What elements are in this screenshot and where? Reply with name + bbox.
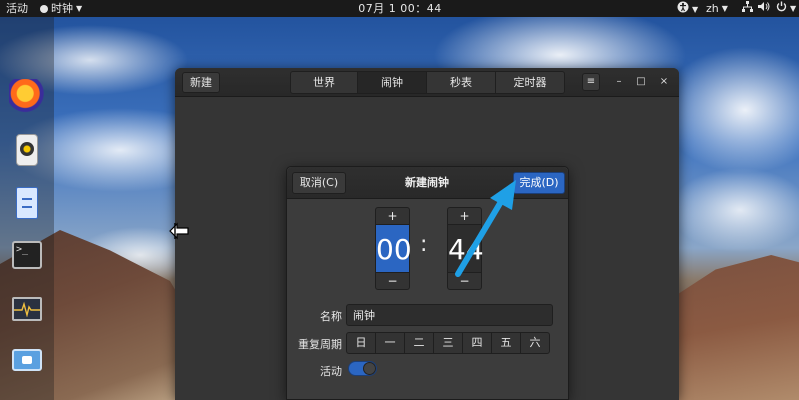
day-button-tuesday[interactable]: 二 [404, 332, 434, 354]
repeat-label: 重复周期 [298, 338, 342, 351]
volume-icon[interactable] [758, 1, 770, 16]
power-icon[interactable]: ▼ [776, 1, 796, 16]
camera-glyph [22, 356, 32, 364]
day-button-saturday[interactable]: 六 [520, 332, 550, 354]
tab-world[interactable]: 世界 [290, 71, 358, 94]
maximize-icon[interactable]: □ [633, 74, 649, 90]
rhythmbox-icon[interactable] [9, 132, 45, 168]
terminal-glyph: >_ [12, 241, 42, 269]
new-button[interactable]: 新建 [182, 72, 220, 93]
close-icon[interactable]: × [656, 74, 672, 90]
screenshot-icon[interactable] [9, 345, 45, 381]
hour-decrement-button[interactable]: − [375, 272, 410, 290]
minimize-icon[interactable]: – [611, 74, 627, 90]
app-menu-label: 时钟 [51, 2, 73, 15]
clock-app-icon [40, 5, 48, 13]
network-icon[interactable] [742, 1, 753, 16]
day-button-friday[interactable]: 五 [491, 332, 521, 354]
system-monitor-icon[interactable] [9, 293, 45, 329]
accessibility-icon[interactable]: ▼ [677, 1, 698, 17]
hour-spinner: + 00 − [375, 207, 412, 292]
day-button-thursday[interactable]: 四 [462, 332, 492, 354]
alarm-name-input[interactable] [346, 304, 553, 326]
terminal-icon[interactable]: >_ [9, 239, 45, 275]
tab-timer[interactable]: 定时器 [495, 71, 565, 94]
top-bar: 活动 时钟 ▼ 07月 1 00：44 ▼ zh ▼ ▼ [0, 0, 799, 17]
caret-down-icon: ▼ [692, 5, 699, 14]
dock: >_ [0, 17, 54, 400]
caret-down-icon: ▼ [790, 4, 797, 13]
speaker-cone [20, 142, 34, 156]
tab-alarm[interactable]: 闹钟 [357, 71, 427, 94]
app-menu-clocks[interactable]: 时钟 ▼ [40, 1, 82, 16]
files-icon[interactable] [9, 187, 45, 223]
hamburger-menu-icon[interactable]: ≡ [582, 73, 600, 91]
day-button-wednesday[interactable]: 三 [433, 332, 463, 354]
firefox-icon[interactable] [9, 79, 45, 115]
datetime-clock[interactable]: 07月 1 00：44 [350, 1, 450, 16]
cancel-button[interactable]: 取消(C) [292, 172, 346, 194]
language-label: zh [706, 2, 719, 15]
name-label: 名称 [320, 310, 342, 323]
caret-down-icon: ▼ [76, 4, 83, 13]
input-language-indicator[interactable]: zh ▼ [706, 1, 728, 16]
window-headerbar: 新建 世界 闹钟 秒表 定时器 ≡ – □ × [175, 68, 679, 97]
hour-value[interactable]: 00 [375, 224, 412, 273]
caret-down-icon: ▼ [721, 4, 728, 13]
time-separator: : [420, 232, 428, 257]
hour-increment-button[interactable]: + [375, 207, 410, 225]
resize-cursor-icon [169, 222, 189, 240]
pulse-graph [14, 301, 40, 317]
tab-stopwatch[interactable]: 秒表 [426, 71, 496, 94]
activities-button[interactable]: 活动 [6, 1, 28, 16]
switch-knob [363, 362, 376, 375]
document-shape [16, 187, 38, 219]
day-button-monday[interactable]: 一 [375, 332, 405, 354]
day-button-sunday[interactable]: 日 [346, 332, 376, 354]
active-switch[interactable] [348, 361, 377, 376]
annotation-arrow-icon [455, 180, 516, 277]
active-label: 活动 [320, 365, 342, 378]
